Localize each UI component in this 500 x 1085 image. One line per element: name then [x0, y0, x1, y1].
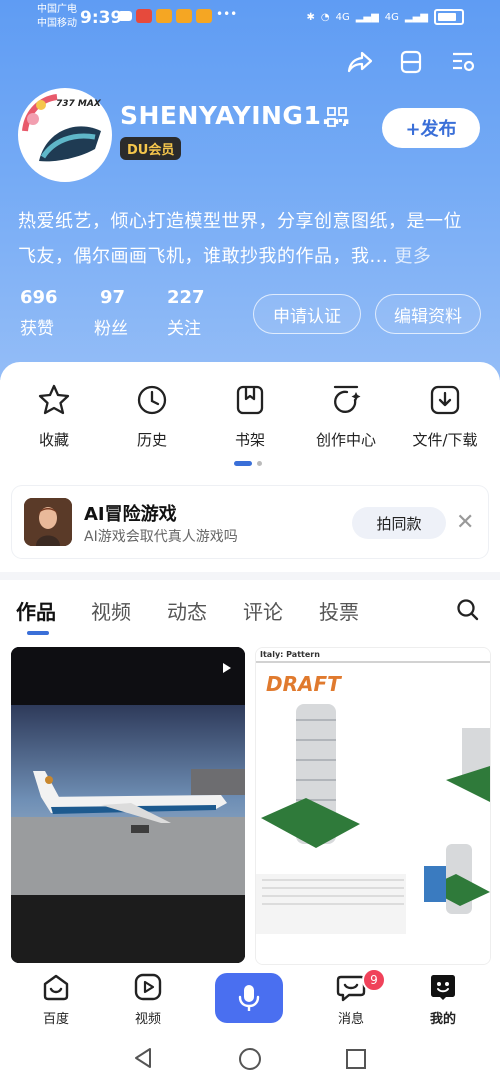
nav-label: 消息 — [337, 1012, 364, 1027]
baidu-home-icon — [41, 972, 71, 1002]
work-thumbnail-pattern[interactable]: Italy: Pattern DRAFT — [255, 647, 491, 965]
profile-bio[interactable]: 热爱纸艺，倾心打造模型世界，分享创意图纸，是一位飞友，偶尔画画飞机，谁敢抄我的作… — [18, 204, 480, 274]
stat-likes[interactable]: 696 获赞 — [20, 287, 58, 339]
nav-video[interactable]: 视频 — [118, 972, 178, 1027]
quick-action-label: 历史 — [136, 431, 167, 449]
more-dots-icon: ••• — [216, 7, 238, 21]
tab-updates[interactable]: 动态 — [167, 596, 207, 625]
carrier-1: 中国广电 — [37, 4, 77, 15]
ad-action-button[interactable]: 拍同款 — [352, 507, 446, 539]
ad-thumbnail — [24, 498, 72, 546]
quick-action-label: 创作中心 — [315, 431, 376, 449]
wifi-icon: ◔ — [320, 11, 330, 23]
active-tab-indicator — [27, 631, 49, 635]
home-icon[interactable] — [238, 1047, 262, 1075]
status-bar: 中国广电 中国移动 9:39 ••• ✱ ◔ 4G ▂▄▆ 4G ▂▄▆ — [0, 0, 500, 36]
apply-verification-button[interactable]: 申请认证 — [253, 294, 361, 334]
quick-action-label: 收藏 — [38, 431, 69, 449]
clock: 9:39 — [80, 8, 123, 28]
settings-menu-icon[interactable] — [448, 47, 478, 77]
carrier-2: 中国移动 — [37, 18, 77, 29]
pattern-doc-header: Italy: Pattern — [260, 650, 320, 659]
stat-following-label: 关注 — [167, 319, 201, 339]
stat-following[interactable]: 227 关注 — [167, 287, 205, 339]
work-thumbnail-video[interactable] — [11, 647, 245, 963]
carrier-info: 中国广电 中国移动 — [37, 3, 77, 31]
signal-label-2: 4G — [384, 11, 399, 23]
stat-likes-label: 获赞 — [20, 319, 54, 339]
nav-baidu[interactable]: 百度 — [26, 972, 86, 1027]
avatar-label: 737 MAX — [56, 99, 101, 109]
ad-title: AI冒险游戏 — [84, 504, 177, 525]
nav-label: 百度 — [42, 1012, 69, 1027]
creation-icon — [329, 383, 363, 417]
video-icon — [133, 972, 163, 1002]
stat-likes-value: 696 — [20, 287, 58, 308]
qr-code-icon[interactable] — [327, 107, 347, 127]
quick-action-history[interactable]: 历史 — [112, 383, 192, 450]
star-icon — [37, 383, 71, 417]
post-button[interactable]: +发布 — [382, 108, 480, 148]
quick-action-favorites[interactable]: 收藏 — [14, 383, 94, 450]
stat-fans-value: 97 — [100, 287, 126, 308]
weibo-icon — [176, 9, 192, 23]
signal-icon: ▂▄▆ — [355, 11, 379, 23]
stat-fans[interactable]: 97 粉丝 — [94, 287, 128, 339]
tab-works[interactable]: 作品 — [16, 596, 56, 625]
nav-label: 我的 — [429, 1012, 456, 1027]
nav-me[interactable]: 我的 — [413, 972, 473, 1027]
recent-apps-icon[interactable] — [345, 1048, 367, 1074]
back-icon[interactable] — [132, 1047, 154, 1073]
edit-profile-button[interactable]: 编辑资料 — [375, 294, 481, 334]
message-count-badge: 9 — [362, 968, 386, 992]
bluetooth-icon: ✱ — [306, 11, 315, 23]
nav-label: 视频 — [134, 1012, 161, 1027]
ad-subtitle: AI游戏会取代真人游戏吗 — [84, 529, 238, 545]
page-dot — [257, 461, 262, 466]
stat-fans-label: 粉丝 — [94, 319, 128, 339]
microphone-icon — [238, 985, 260, 1011]
video-play-icon — [214, 659, 234, 679]
share-icon[interactable] — [345, 47, 375, 77]
quick-action-label: 书架 — [234, 431, 265, 449]
app-notification-icon — [136, 9, 152, 23]
video-call-icon — [118, 11, 132, 21]
search-icon[interactable] — [456, 598, 480, 622]
pattern-doc-brand: DRAFT — [266, 672, 341, 696]
page-dot-active — [234, 461, 252, 466]
signal-icon: ▂▄▆ — [404, 11, 428, 23]
bio-more-link[interactable]: 更多 — [394, 246, 431, 267]
page-indicator — [234, 461, 262, 466]
clock-icon — [135, 383, 169, 417]
tab-comments[interactable]: 评论 — [243, 596, 283, 625]
tab-votes[interactable]: 投票 — [319, 596, 359, 625]
username: SHENYAYING1... — [120, 101, 352, 130]
quick-action-bookshelf[interactable]: 书架 — [210, 383, 290, 450]
weibo-icon — [196, 9, 212, 23]
quick-action-label: 文件/下载 — [412, 431, 478, 449]
battery-icon — [434, 9, 464, 25]
system-status-icons: ✱ ◔ 4G ▂▄▆ 4G ▂▄▆ — [306, 9, 464, 25]
download-icon — [428, 383, 462, 417]
stat-following-value: 227 — [167, 287, 205, 308]
close-icon[interactable]: ✕ — [456, 510, 474, 535]
vip-badge: DU会员 — [120, 137, 182, 160]
notification-icons: ••• — [118, 7, 238, 23]
quick-action-downloads[interactable]: 文件/下载 — [405, 383, 485, 450]
scan-icon[interactable] — [396, 47, 426, 77]
quick-action-creation-center[interactable]: 创作中心 — [306, 383, 386, 450]
bookshelf-icon — [233, 383, 267, 417]
signal-label-1: 4G — [335, 11, 350, 23]
weibo-icon — [156, 9, 172, 23]
voice-search-button[interactable] — [215, 973, 283, 1023]
tab-videos[interactable]: 视频 — [91, 596, 131, 625]
profile-icon — [428, 972, 458, 1002]
